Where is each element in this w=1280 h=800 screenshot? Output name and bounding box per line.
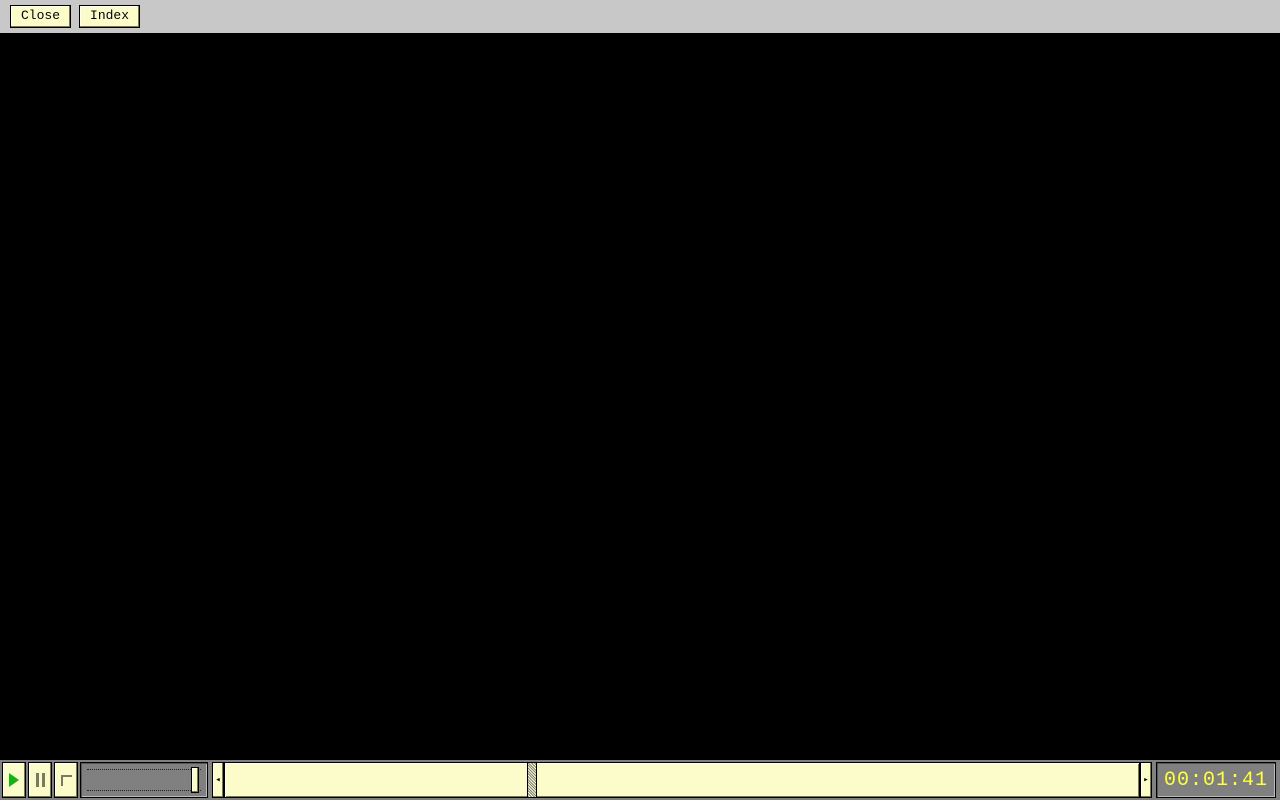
pause-icon xyxy=(36,773,45,787)
stop-icon xyxy=(61,775,72,786)
top-toolbar: Close Index xyxy=(0,0,1280,33)
seek-bar: ◂ ▸ xyxy=(212,762,1152,798)
transport-cluster xyxy=(2,762,208,798)
play-icon xyxy=(9,773,19,787)
volume-slider[interactable] xyxy=(80,762,208,798)
stop-button[interactable] xyxy=(54,762,78,798)
video-stage xyxy=(0,33,1280,760)
volume-track xyxy=(87,769,201,791)
volume-thumb[interactable] xyxy=(191,767,199,793)
timecode-display: 00:01:41 xyxy=(1156,762,1276,798)
player-controls: ◂ ▸ 00:01:41 xyxy=(0,760,1280,800)
pause-button[interactable] xyxy=(28,762,52,798)
seek-forward-button[interactable]: ▸ xyxy=(1140,762,1152,798)
close-button[interactable]: Close xyxy=(10,5,71,28)
seek-track[interactable] xyxy=(224,762,1140,798)
index-button[interactable]: Index xyxy=(79,5,140,28)
seek-thumb[interactable] xyxy=(527,763,537,797)
seek-back-button[interactable]: ◂ xyxy=(212,762,224,798)
play-button[interactable] xyxy=(2,762,26,798)
